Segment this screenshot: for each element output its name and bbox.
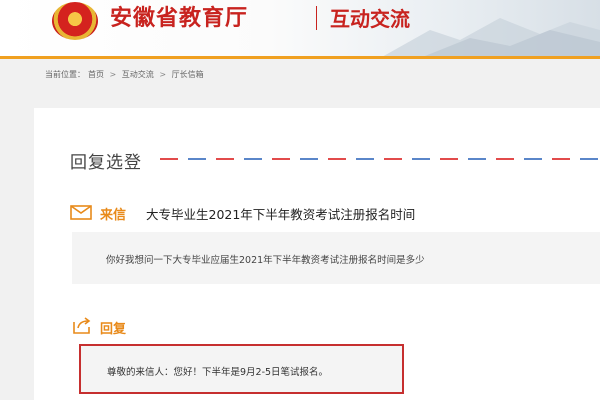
site-title[interactable]: 安徽省教育厅	[110, 2, 248, 36]
letter-body: 你好我想问一下大专毕业应届生2021年下半年教资考试注册报名时间是多少	[106, 255, 425, 266]
page-title: 回复选登	[70, 153, 142, 173]
breadcrumb: 当前位置： 首页 > 互动交流 > 厅长信箱	[45, 67, 207, 83]
breadcrumb-separator: >	[109, 70, 117, 79]
envelope-icon	[70, 205, 92, 220]
site-header: 安徽省教育厅 互动交流	[0, 0, 600, 58]
breadcrumb-separator: >	[159, 70, 167, 79]
breadcrumb-interaction[interactable]: 互动交流	[122, 70, 154, 79]
reply-label: 回复	[100, 322, 127, 337]
breadcrumb-label: 当前位置：	[45, 70, 85, 79]
reply-body: 尊敬的来信人：您好！下半年是9月2-5日笔试报名。	[107, 367, 329, 378]
reply-share-icon	[73, 317, 91, 334]
title-divider	[316, 6, 317, 30]
section-title[interactable]: 互动交流	[330, 2, 410, 36]
breadcrumb-mailbox[interactable]: 厅长信箱	[172, 70, 204, 79]
breadcrumb-home[interactable]: 首页	[88, 70, 104, 79]
letter-title: 大专毕业生2021年下半年教资考试注册报名时间	[146, 207, 416, 222]
heading-dashed-divider	[160, 158, 600, 160]
header-divider	[0, 56, 600, 59]
letter-label: 来信	[100, 208, 127, 223]
national-emblem-icon	[52, 2, 98, 40]
